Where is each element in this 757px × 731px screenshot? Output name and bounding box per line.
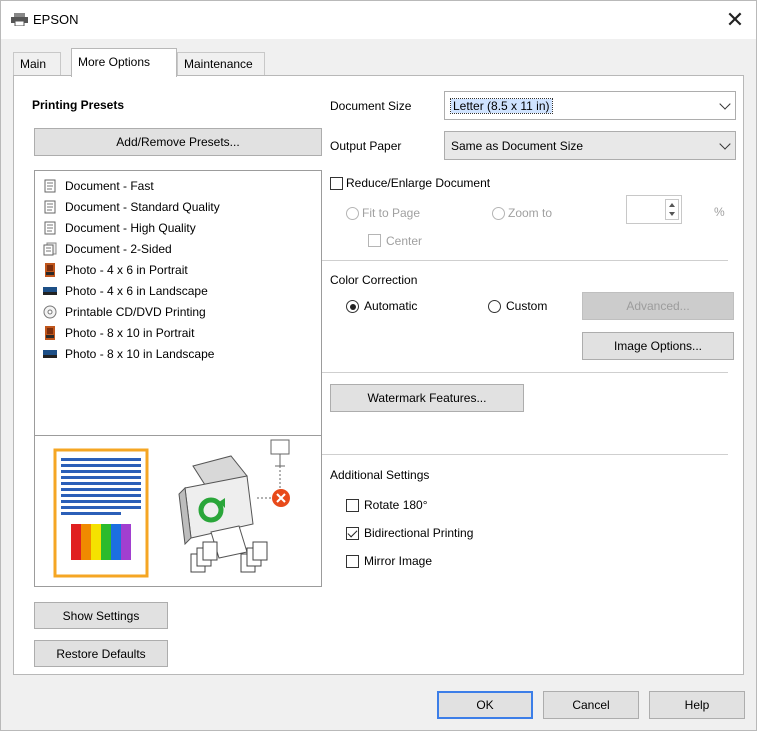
zoom-percent-spinner[interactable]	[626, 195, 682, 224]
reduce-enlarge-checkbox[interactable]	[330, 177, 343, 190]
custom-radio[interactable]	[488, 300, 501, 313]
divider	[322, 260, 728, 261]
reduce-enlarge-label: Reduce/Enlarge Document	[346, 176, 491, 190]
output-paper-label: Output Paper	[330, 139, 402, 153]
divider	[322, 454, 728, 455]
preset-label: Photo - 8 x 10 in Landscape	[65, 346, 215, 361]
photo-portrait-icon	[43, 325, 57, 340]
window-title: EPSON	[33, 12, 79, 27]
output-paper-value: Same as Document Size	[451, 138, 584, 153]
list-item[interactable]: Printable CD/DVD Printing	[43, 301, 206, 322]
preset-label: Document - High Quality	[65, 220, 196, 235]
printing-presets-heading: Printing Presets	[32, 98, 125, 112]
document-icon	[43, 200, 57, 214]
preset-label: Photo - 8 x 10 in Portrait	[65, 325, 195, 340]
list-item[interactable]: Photo - 8 x 10 in Landscape	[43, 343, 214, 364]
print-preview	[34, 435, 322, 587]
zoom-to-label: Zoom to	[508, 206, 553, 220]
bidirectional-printing-label: Bidirectional Printing	[364, 526, 474, 540]
cancel-button[interactable]: Cancel	[543, 691, 639, 719]
fit-to-page-radio[interactable]	[346, 207, 359, 220]
presets-list[interactable]: Document - Fast Document - Standard Qual…	[34, 170, 322, 436]
spinner-arrows-icon[interactable]	[665, 199, 679, 220]
bidirectional-printing-checkbox[interactable]	[346, 527, 359, 540]
watermark-features-button[interactable]: Watermark Features...	[330, 384, 524, 412]
fit-to-page-label: Fit to Page	[362, 206, 421, 220]
close-icon: ✕	[725, 7, 745, 32]
disconnected-error-icon	[272, 489, 290, 507]
two-sided-document-icon	[43, 242, 57, 256]
divider	[322, 372, 728, 373]
zoom-to-radio[interactable]	[492, 207, 505, 220]
preset-label: Printable CD/DVD Printing	[65, 304, 206, 319]
output-paper-select[interactable]: Same as Document Size	[444, 131, 736, 160]
document-size-label: Document Size	[330, 99, 412, 113]
custom-label: Custom	[506, 299, 548, 313]
preset-label: Document - Fast	[65, 178, 154, 193]
advanced-button[interactable]: Advanced...	[582, 292, 734, 320]
preset-label: Photo - 4 x 6 in Landscape	[65, 283, 208, 298]
automatic-label: Automatic	[364, 299, 418, 313]
epson-printer-dialog: EPSON ✕ Main More Options Maintenance Pr…	[0, 0, 757, 731]
photo-landscape-icon	[43, 284, 57, 298]
chevron-down-icon	[719, 137, 731, 150]
rotate-180-checkbox[interactable]	[346, 499, 359, 512]
restore-defaults-button[interactable]: Restore Defaults	[34, 640, 168, 667]
tab-maintenance[interactable]: Maintenance	[177, 52, 265, 76]
chevron-down-icon	[719, 97, 731, 110]
photo-landscape-icon	[43, 347, 57, 361]
center-label: Center	[386, 234, 423, 248]
printer-app-icon	[11, 13, 28, 26]
show-settings-button[interactable]: Show Settings	[34, 602, 168, 629]
help-button[interactable]: Help	[649, 691, 745, 719]
mirror-image-label: Mirror Image	[364, 554, 433, 568]
title-bar: EPSON ✕	[1, 1, 756, 39]
close-button[interactable]: ✕	[720, 5, 750, 35]
preview-illustration	[53, 439, 290, 578]
center-checkbox[interactable]	[368, 234, 381, 247]
document-icon	[43, 221, 57, 235]
document-icon	[43, 179, 57, 193]
additional-settings-label: Additional Settings	[330, 468, 430, 482]
more-options-panel: Printing Presets Add/Remove Presets... D…	[13, 75, 744, 675]
preset-label: Document - 2-Sided	[65, 241, 172, 256]
tab-more-options[interactable]: More Options	[71, 48, 177, 77]
preset-label: Photo - 4 x 6 in Portrait	[65, 262, 188, 277]
monitor-icon	[257, 439, 290, 499]
tab-main[interactable]: Main	[13, 52, 61, 76]
image-options-button[interactable]: Image Options...	[582, 332, 734, 360]
preset-label: Document - Standard Quality	[65, 199, 220, 214]
list-item[interactable]: Photo - 4 x 6 in Portrait	[43, 259, 188, 280]
rotate-180-label: Rotate 180°	[364, 498, 428, 512]
percent-label: %	[714, 205, 725, 219]
list-item[interactable]: Photo - 8 x 10 in Portrait	[43, 322, 194, 343]
photo-portrait-icon	[43, 262, 57, 277]
page-preview-icon	[53, 448, 149, 578]
cd-dvd-icon	[43, 305, 57, 319]
document-size-value: Letter (8.5 x 11 in)	[450, 97, 553, 114]
list-item[interactable]: Document - Standard Quality	[43, 196, 220, 217]
document-size-select[interactable]: Letter (8.5 x 11 in)	[444, 91, 736, 120]
add-remove-presets-button[interactable]: Add/Remove Presets...	[34, 128, 322, 156]
list-item[interactable]: Photo - 4 x 6 in Landscape	[43, 280, 208, 301]
automatic-radio[interactable]	[346, 300, 359, 313]
color-correction-label: Color Correction	[330, 273, 418, 287]
list-item[interactable]: Document - 2-Sided	[43, 238, 172, 259]
list-item[interactable]: Document - High Quality	[43, 217, 196, 238]
ok-button[interactable]: OK	[437, 691, 533, 719]
list-item[interactable]: Document - Fast	[43, 175, 154, 196]
mirror-image-checkbox[interactable]	[346, 555, 359, 568]
